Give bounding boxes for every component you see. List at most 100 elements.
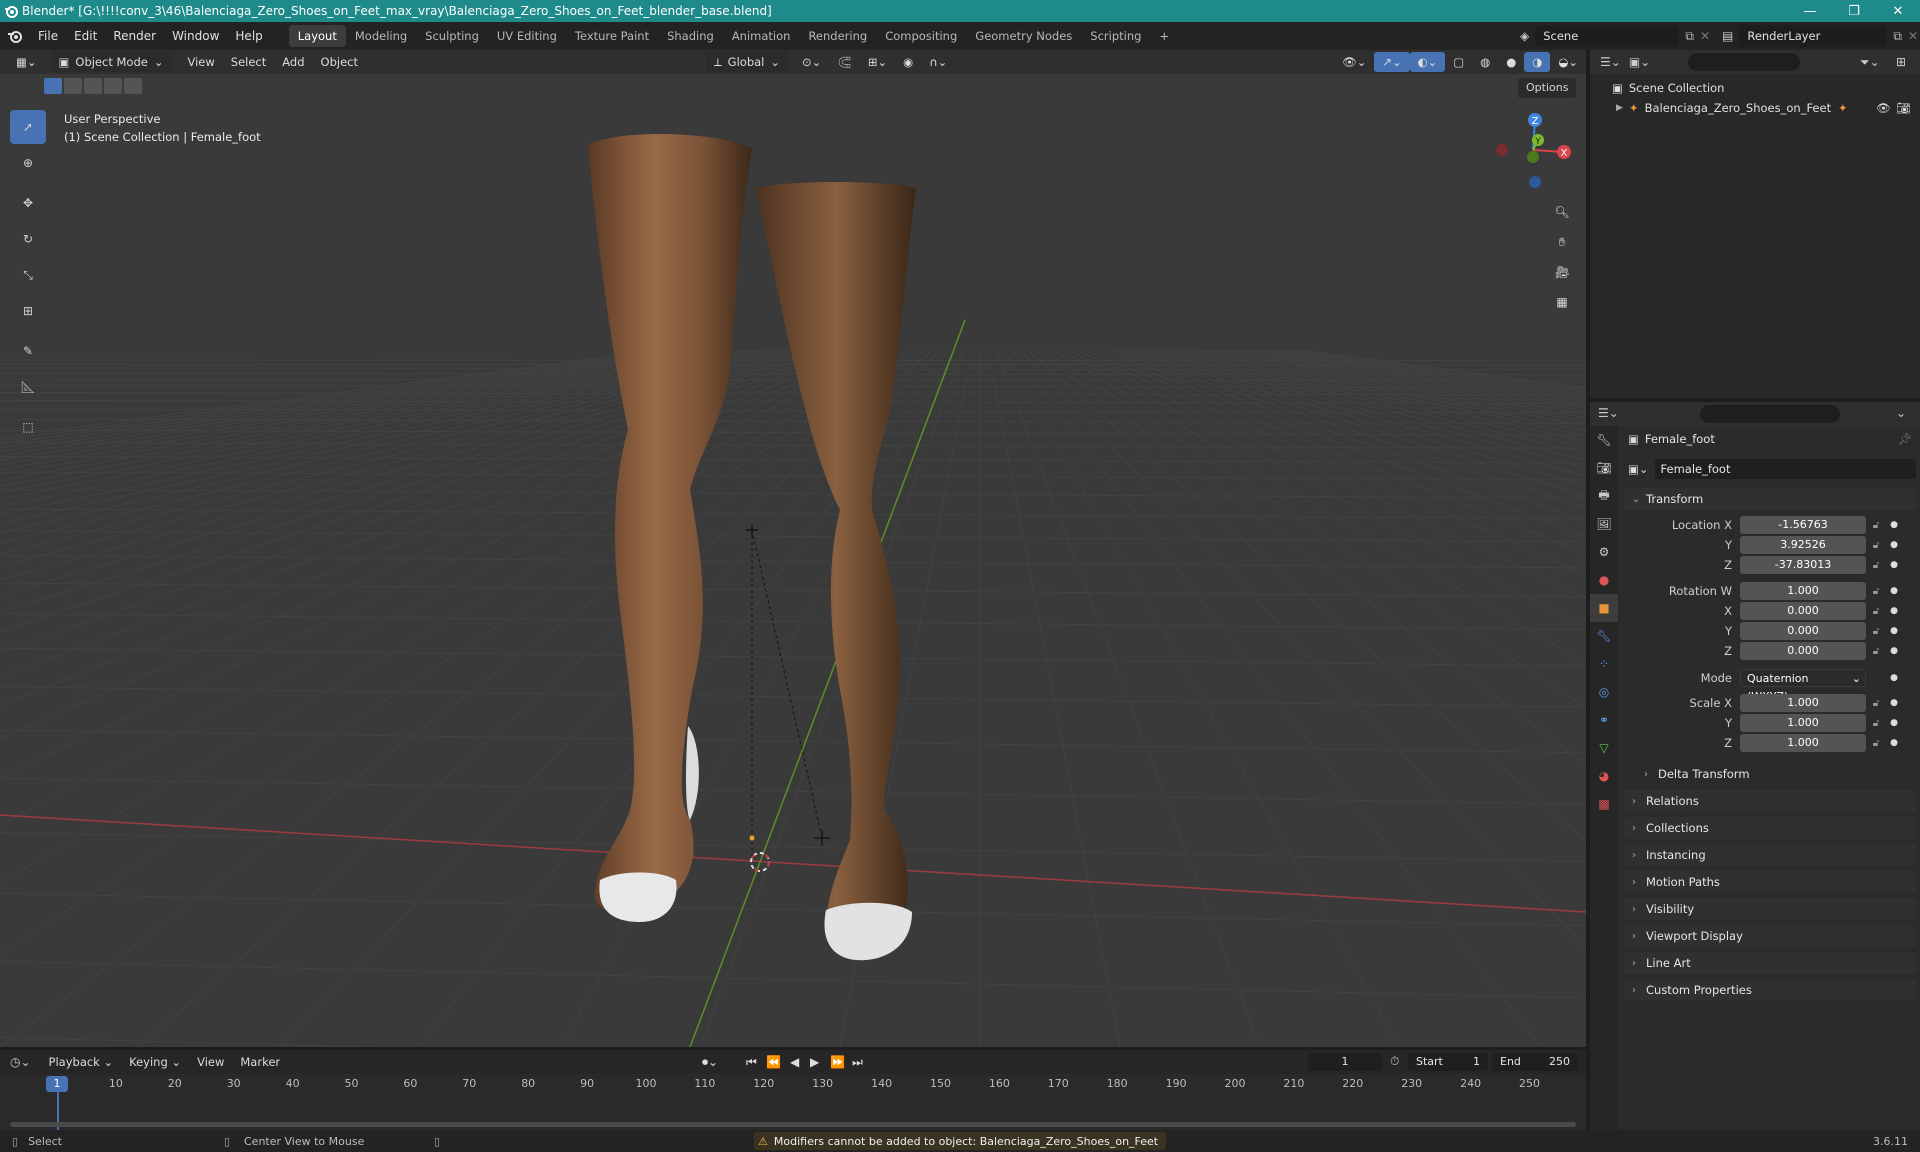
rotate-tool-icon[interactable]: ↻ [10, 222, 46, 256]
annotate-tool-icon[interactable]: ✎ [10, 334, 46, 368]
outliner-row-scene-collection[interactable]: ▣ Scene Collection [1590, 78, 1920, 98]
data-tab-icon[interactable]: ▽ [1590, 734, 1618, 762]
pin-icon[interactable]: 📌︎ [1897, 432, 1912, 446]
play-icon[interactable]: ▶ [810, 1055, 819, 1069]
timeline-ruler[interactable]: 10 20 30 40 50 60 70 80 90 100 110 120 130 140 150 160 1… [0, 1074, 1586, 1094]
delete-renderlayer-icon[interactable]: ✕ [1908, 29, 1918, 43]
chevron-down-icon[interactable]: ⌄ [1896, 406, 1906, 420]
solid-shading-icon[interactable]: ● [1498, 52, 1524, 72]
constraints-tab-icon[interactable]: ⚭ [1590, 706, 1618, 734]
keyframe-dot-icon[interactable]: ● [1886, 540, 1902, 550]
menu-window[interactable]: Window [164, 22, 227, 50]
select-new-icon[interactable] [44, 78, 62, 94]
outliner-search-input[interactable] [1688, 53, 1800, 71]
scale-tool-icon[interactable]: ⤡ [10, 258, 46, 292]
overlay-toggle-icon[interactable]: ◐⌄ [1409, 52, 1446, 72]
keyframe-dot-icon[interactable]: ● [1886, 673, 1902, 683]
keyframe-dot-icon[interactable]: ● [1886, 698, 1902, 708]
scene-name-field[interactable]: Scene [1535, 25, 1680, 47]
texture-tab-icon[interactable]: ▩ [1590, 790, 1618, 818]
viewport-menu-view[interactable]: View [179, 52, 222, 72]
outliner-editor-icon[interactable]: ☰⌄ [1600, 55, 1621, 69]
scene-selector[interactable]: ◈ Scene ⧉ ✕ [1520, 25, 1710, 47]
ortho-toggle-icon[interactable]: ▦ [1548, 288, 1576, 316]
keyframe-dot-icon[interactable]: ● [1886, 738, 1902, 748]
delete-scene-icon[interactable]: ✕ [1700, 29, 1710, 43]
wireframe-shading-icon[interactable]: ◍ [1472, 52, 1498, 72]
lock-icon[interactable]: 🔓︎ [1866, 698, 1886, 709]
keyframe-dot-icon[interactable]: ● [1886, 560, 1902, 570]
gizmo-neg-y-axis[interactable] [1527, 151, 1539, 163]
tab-geometry-nodes[interactable]: Geometry Nodes [966, 25, 1081, 47]
tab-shading[interactable]: Shading [658, 25, 723, 47]
lock-icon[interactable]: 🔓︎ [1866, 560, 1886, 571]
maximize-button[interactable]: ❐ [1832, 0, 1876, 22]
scale-z-field[interactable]: 1.000 [1740, 734, 1866, 752]
renderlayer-name-field[interactable]: RenderLayer [1739, 25, 1888, 47]
visibility-icon[interactable]: 👁︎⌄ [1334, 52, 1374, 72]
jump-end-icon[interactable]: ⏭ [852, 1055, 863, 1070]
options-dropdown[interactable]: Options [1518, 78, 1577, 98]
visibility-section[interactable]: › Visibility [1624, 898, 1916, 920]
measure-tool-icon[interactable]: 📐︎ [10, 370, 46, 404]
line-art-section[interactable]: › Line Art [1624, 952, 1916, 974]
tool-tab-icon[interactable]: 🔧︎ [1590, 426, 1618, 454]
select-invert-icon[interactable] [104, 78, 122, 94]
renderlayer-selector[interactable]: ▤ RenderLayer ⧉ ✕ [1722, 25, 1918, 47]
instancing-section[interactable]: › Instancing [1624, 844, 1916, 866]
gizmo-toggle-icon[interactable]: ↗⌄ [1374, 52, 1410, 72]
close-button[interactable]: ✕ [1876, 0, 1920, 22]
status-warning[interactable]: ⚠ Modifiers cannot be added to object: B… [754, 1132, 1167, 1150]
keyframe-dot-icon[interactable]: ● [1886, 520, 1902, 530]
location-x-field[interactable]: -1.56763 [1740, 516, 1866, 534]
playhead[interactable]: 1 [46, 1076, 68, 1092]
transform-tool-icon[interactable]: ⊞ [10, 294, 46, 328]
viewport-menu-add[interactable]: Add [274, 52, 312, 72]
physics-tab-icon[interactable]: ◎ [1590, 678, 1618, 706]
menu-file[interactable]: File [30, 22, 66, 50]
tab-texture-paint[interactable]: Texture Paint [566, 25, 658, 47]
particles-tab-icon[interactable]: ⁘ [1590, 650, 1618, 678]
pan-hand-icon[interactable]: ✋︎ [1548, 228, 1576, 256]
lock-icon[interactable]: 🔓︎ [1866, 586, 1886, 597]
timeline-editor-icon[interactable]: ◷⌄ [10, 1055, 31, 1069]
object-type-icon[interactable]: ▣⌄ [1628, 462, 1649, 476]
zoom-icon[interactable]: 🔍︎ [1548, 198, 1576, 226]
3d-viewport[interactable]: ▦⌄ ▣ Object Mode ⌄ View Select Add Objec… [0, 50, 1586, 1047]
jump-prev-key-icon[interactable]: ⏪ [766, 1055, 781, 1069]
filter-icon[interactable]: ⏷⌄ [1860, 55, 1880, 70]
lock-icon[interactable]: 🔓︎ [1866, 606, 1886, 617]
properties-editor-icon[interactable]: ☰⌄ [1598, 406, 1619, 420]
lock-icon[interactable]: 🔓︎ [1866, 646, 1886, 657]
object-name-field[interactable]: Female_foot [1654, 459, 1916, 479]
editor-type-button[interactable]: ▦⌄ [8, 52, 45, 72]
select-intersect-icon[interactable] [124, 78, 142, 94]
keyframe-dot-icon[interactable]: ● [1886, 626, 1902, 636]
scale-x-field[interactable]: 1.000 [1740, 694, 1866, 712]
snap-icon[interactable]: 🧲︎ [829, 52, 860, 72]
navigation-gizmo[interactable]: Z X Y [1488, 110, 1578, 190]
scene-tab-icon[interactable]: ⚙︎ [1590, 538, 1618, 566]
object-tab-icon[interactable]: ■ [1590, 594, 1618, 622]
tab-layout[interactable]: Layout [288, 25, 346, 47]
xray-toggle-icon[interactable]: ▢ [1445, 52, 1472, 72]
modifier-tab-icon[interactable]: 🔧︎ [1590, 622, 1618, 650]
render-visibility-icon[interactable]: 📷︎ [1896, 101, 1911, 115]
viewport-menu-object[interactable]: Object [313, 52, 366, 72]
proportional-edit-icon[interactable]: ◉ [895, 52, 921, 72]
location-y-field[interactable]: 3.92526 [1740, 536, 1866, 554]
tab-rendering[interactable]: Rendering [799, 25, 876, 47]
eye-visibility-icon[interactable]: 👁︎ [1876, 101, 1891, 115]
output-tab-icon[interactable]: 🖶︎ [1590, 482, 1618, 510]
expand-arrow-icon[interactable]: ▶ [1616, 103, 1623, 113]
keyframe-dot-icon[interactable]: ● [1886, 646, 1902, 656]
select-subtract-icon[interactable] [84, 78, 102, 94]
collections-section[interactable]: › Collections [1624, 817, 1916, 839]
start-frame-field[interactable]: Start 1 [1408, 1053, 1488, 1071]
object-mode-dropdown[interactable]: ▣ Object Mode ⌄ [50, 52, 172, 72]
playback-menu[interactable]: Playback ⌄ [41, 1052, 122, 1072]
outliner-row-object[interactable]: ▶ ✦ Balenciaga_Zero_Shoes_on_Feet ✦ 👁︎ 📷… [1590, 98, 1920, 118]
lock-icon[interactable]: 🔓︎ [1866, 626, 1886, 637]
lock-icon[interactable]: 🔓︎ [1866, 738, 1886, 749]
motion-paths-section[interactable]: › Motion Paths [1624, 871, 1916, 893]
